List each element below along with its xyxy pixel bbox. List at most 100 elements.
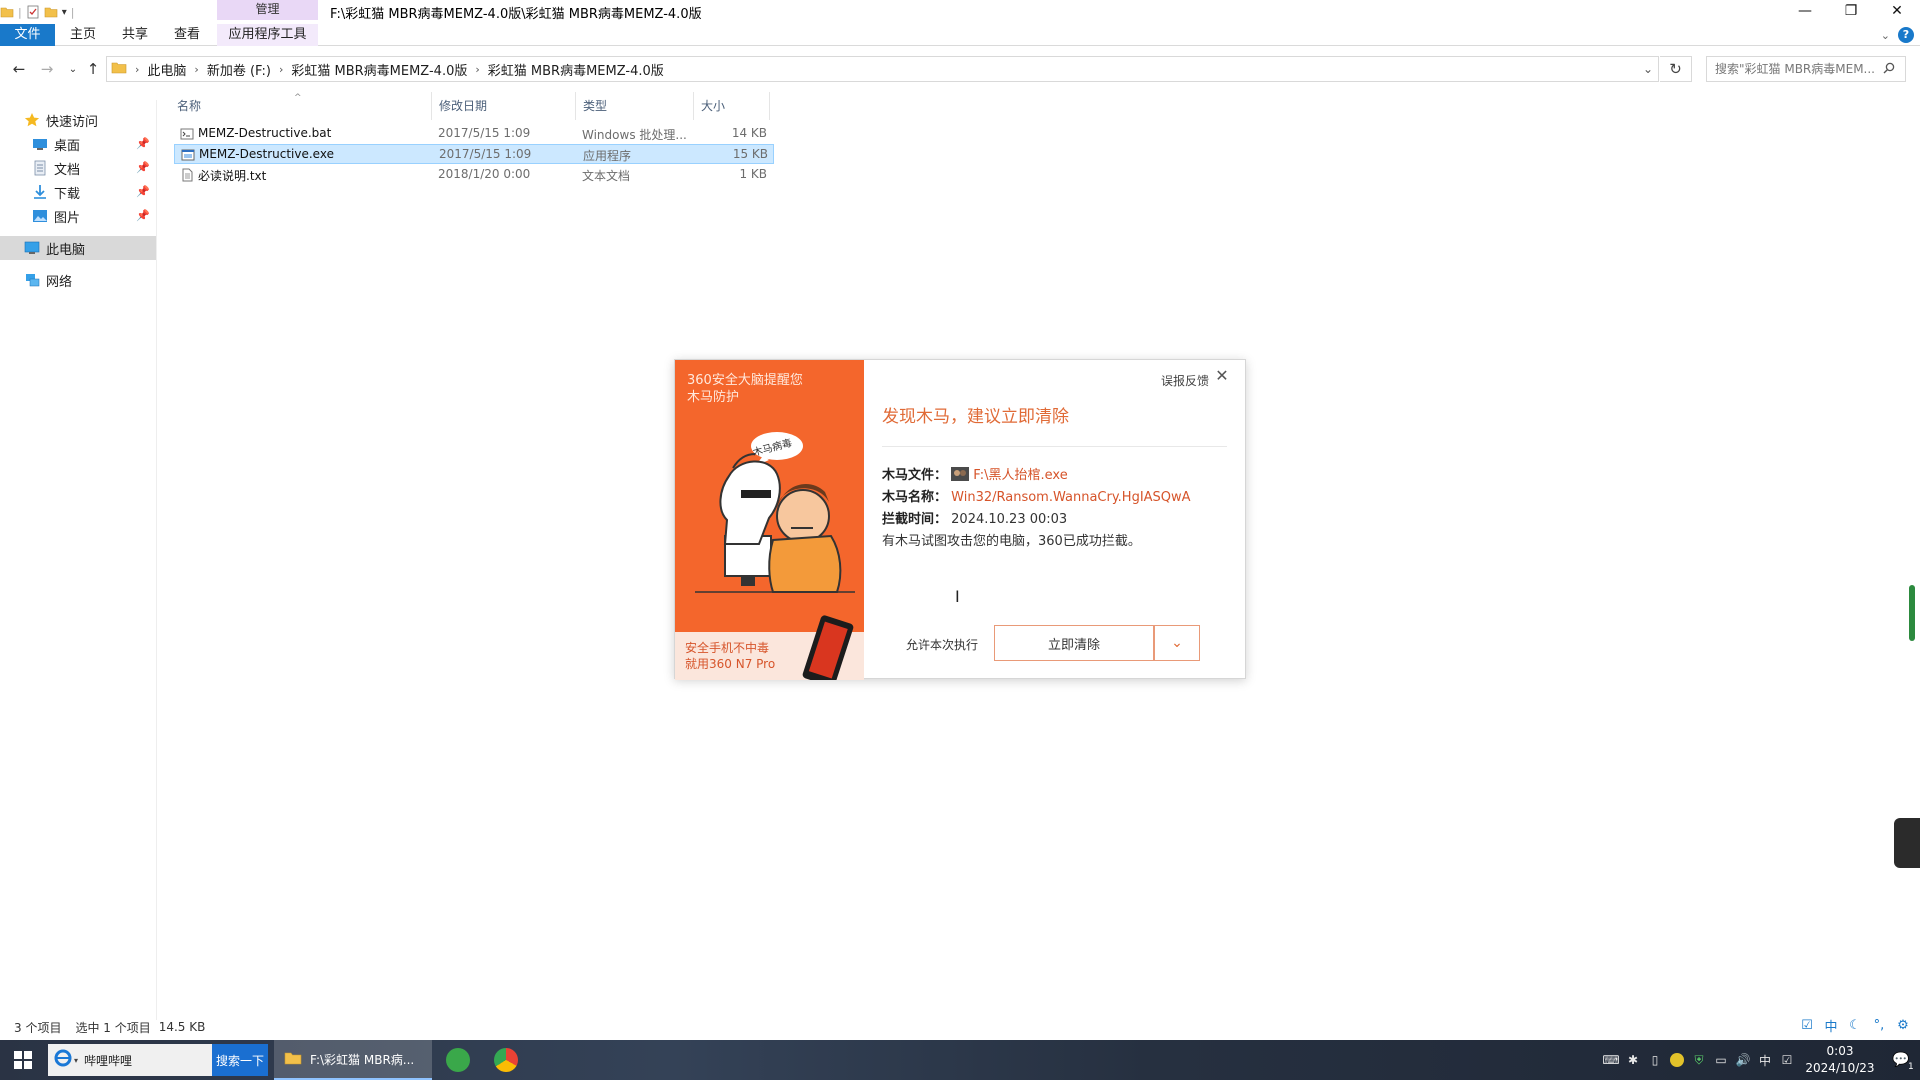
notification-icon[interactable]: 💬 1 (1882, 1040, 1920, 1080)
checkbox-icon[interactable]: ☑ (1798, 1016, 1816, 1034)
nav-item-downloads[interactable]: 下载 📌 (0, 180, 156, 204)
up-arrow-icon[interactable]: ↑ (82, 58, 104, 80)
network-icon (24, 272, 40, 288)
ime-mode-label[interactable]: 中 (1822, 1016, 1840, 1035)
keyboard-icon[interactable]: ⌨ (1600, 1049, 1622, 1071)
side-panel-handle[interactable] (1894, 818, 1920, 868)
properties-icon[interactable] (26, 5, 40, 19)
nav-item-pictures[interactable]: 图片 📌 (0, 204, 156, 228)
nav-network[interactable]: 网络 (0, 268, 156, 292)
checkbox-tray-icon[interactable]: ☑ (1776, 1049, 1798, 1071)
address-bar[interactable]: › 此电脑 › 新加卷 (F:) › 彩虹猫 MBR病毒MEMZ-4.0版 › … (106, 56, 1659, 82)
false-positive-feedback-link[interactable]: 误报反馈 (1161, 372, 1209, 389)
usb-icon[interactable]: ▯ (1644, 1049, 1666, 1071)
nav-label: 网络 (46, 274, 73, 290)
forward-arrow-icon[interactable]: → (36, 58, 58, 80)
bluetooth-icon[interactable]: ✱ (1622, 1049, 1644, 1071)
file-name: MEMZ-Destructive.exe (199, 147, 334, 161)
restore-button[interactable]: ❐ (1828, 0, 1874, 22)
search-input[interactable] (1715, 62, 1883, 76)
pin-icon[interactable]: 📌 (136, 137, 150, 150)
breadcrumb-subfolder[interactable]: 彩虹猫 MBR病毒MEMZ-4.0版 (482, 60, 670, 79)
pin-icon[interactable]: 📌 (136, 209, 150, 222)
help-icon[interactable]: ? (1898, 27, 1914, 43)
taskbar-search-box[interactable]: ▾ 哔哩哔哩 (48, 1044, 212, 1076)
security-alert-dialog: 360安全大脑提醒您 木马防护 木马病毒 安全手机不中毒 就用360 N7 Pr… (674, 359, 1246, 680)
file-type: Windows 批处理... (582, 128, 687, 142)
chevron-right-icon[interactable]: › (277, 63, 285, 76)
qat-dropdown-icon[interactable]: ▾ (62, 7, 67, 18)
tab-application-tools[interactable]: 应用程序工具 (217, 24, 318, 46)
dropdown-icon[interactable]: ▾ (74, 1056, 78, 1065)
taskbar-explorer-window[interactable]: F:\彩虹猫 MBR病... (274, 1040, 432, 1080)
breadcrumb-drive[interactable]: 新加卷 (F:) (201, 60, 277, 79)
column-header-type[interactable]: 类型 (576, 92, 694, 120)
start-button[interactable] (0, 1040, 46, 1080)
close-button[interactable]: ✕ (1874, 0, 1920, 22)
tab-share[interactable]: 共享 (112, 24, 158, 46)
new-folder-icon[interactable] (44, 5, 58, 19)
table-row[interactable]: MEMZ-Destructive.exe 2017/5/15 1:09 应用程序… (174, 144, 774, 164)
ribbon-right-controls: ⌄ ? (1881, 27, 1914, 43)
tab-view[interactable]: 查看 (164, 24, 210, 46)
gear-icon[interactable]: ⚙ (1894, 1016, 1912, 1034)
nav-item-documents[interactable]: 文档 📌 (0, 156, 156, 180)
nav-item-desktop[interactable]: 桌面 📌 (0, 132, 156, 156)
punctuation-icon[interactable]: °, (1870, 1016, 1888, 1034)
column-label: 名称 (177, 99, 202, 113)
back-arrow-icon[interactable]: ← (8, 58, 30, 80)
nav-quick-access[interactable]: 快速访问 (0, 108, 156, 132)
search-box[interactable] (1706, 56, 1906, 82)
shield-icon[interactable]: ⛨ (1688, 1049, 1710, 1071)
column-header-size[interactable]: 大小 (694, 92, 770, 120)
status-selected-count: 选中 1 个项目 (75, 1020, 151, 1035)
360-app-icon[interactable] (446, 1048, 470, 1072)
trojan-name-row: 木马名称： Win32/Ransom.WannaCry.HgIASQwA (882, 486, 1191, 505)
column-header-date[interactable]: 修改日期 (432, 92, 576, 120)
manage-contextual-tab[interactable]: 管理 (217, 0, 318, 20)
search-icon[interactable] (1883, 62, 1895, 77)
360-tray-icon[interactable] (1666, 1049, 1688, 1071)
chevron-right-icon[interactable]: › (473, 63, 481, 76)
divider (882, 446, 1227, 447)
address-dropdown-icon[interactable]: ⌄ (1638, 57, 1658, 81)
taskbar-search-button[interactable]: 搜索一下 (212, 1044, 268, 1076)
clock[interactable]: 0:03 2024/10/23 (1798, 1043, 1882, 1077)
allow-once-link[interactable]: 允许本次执行 (906, 636, 978, 653)
chrome-icon[interactable] (494, 1048, 518, 1072)
nav-this-pc[interactable]: 此电脑 (0, 236, 156, 260)
pin-icon[interactable]: 📌 (136, 185, 150, 198)
volume-icon[interactable]: 🔊 (1732, 1049, 1754, 1071)
pin-icon[interactable]: 📌 (136, 161, 150, 174)
floating-scroll-indicator[interactable] (1909, 585, 1915, 641)
clock-time: 0:03 (1826, 1044, 1854, 1058)
ime-indicator[interactable]: 中 (1754, 1049, 1776, 1071)
table-row[interactable]: MEMZ-Destructive.bat 2017/5/15 1:09 Wind… (174, 124, 774, 144)
clock-date: 2024/10/23 (1805, 1061, 1875, 1075)
breadcrumb-folder[interactable]: 彩虹猫 MBR病毒MEMZ-4.0版 (285, 60, 473, 79)
tab-file[interactable]: 文件 (0, 24, 55, 46)
chevron-right-icon[interactable]: › (192, 63, 200, 76)
minimize-button[interactable]: — (1782, 0, 1828, 22)
network-icon[interactable]: ▭ (1710, 1049, 1732, 1071)
expand-ribbon-icon[interactable]: ⌄ (1881, 29, 1890, 42)
file-size: 1 KB (739, 167, 767, 181)
trojan-name[interactable]: Win32/Ransom.WannaCry.HgIASQwA (951, 490, 1190, 505)
breadcrumb-this-pc[interactable]: 此电脑 (141, 60, 192, 79)
chevron-down-icon[interactable]: ⌄ (1154, 625, 1200, 661)
clean-now-button[interactable]: 立即清除 (994, 625, 1154, 661)
table-row[interactable]: 必读说明.txt 2018/1/20 0:00 文本文档 1 KB (174, 165, 774, 185)
qat-separator: | (18, 5, 22, 19)
ad-line2: 就用360 N7 Pro (685, 657, 776, 671)
ad-banner[interactable]: 安全手机不中毒 就用360 N7 Pro (675, 615, 864, 680)
trojan-file-path[interactable]: F:\黑人抬棺.exe (973, 468, 1067, 483)
close-icon[interactable]: ✕ (1214, 368, 1230, 384)
moon-icon[interactable]: ☾ (1846, 1016, 1864, 1034)
popup-left-title: 360安全大脑提醒您 木马防护 (687, 372, 857, 406)
recent-locations-icon[interactable]: ⌄ (62, 58, 84, 80)
trojan-file-row: 木马文件： F:\黑人抬棺.exe (882, 464, 1068, 485)
refresh-icon[interactable]: ↻ (1660, 56, 1692, 82)
folder-icon[interactable] (0, 5, 14, 19)
column-header-name[interactable]: 名称 ^ (170, 92, 432, 120)
tab-home[interactable]: 主页 (60, 24, 106, 46)
